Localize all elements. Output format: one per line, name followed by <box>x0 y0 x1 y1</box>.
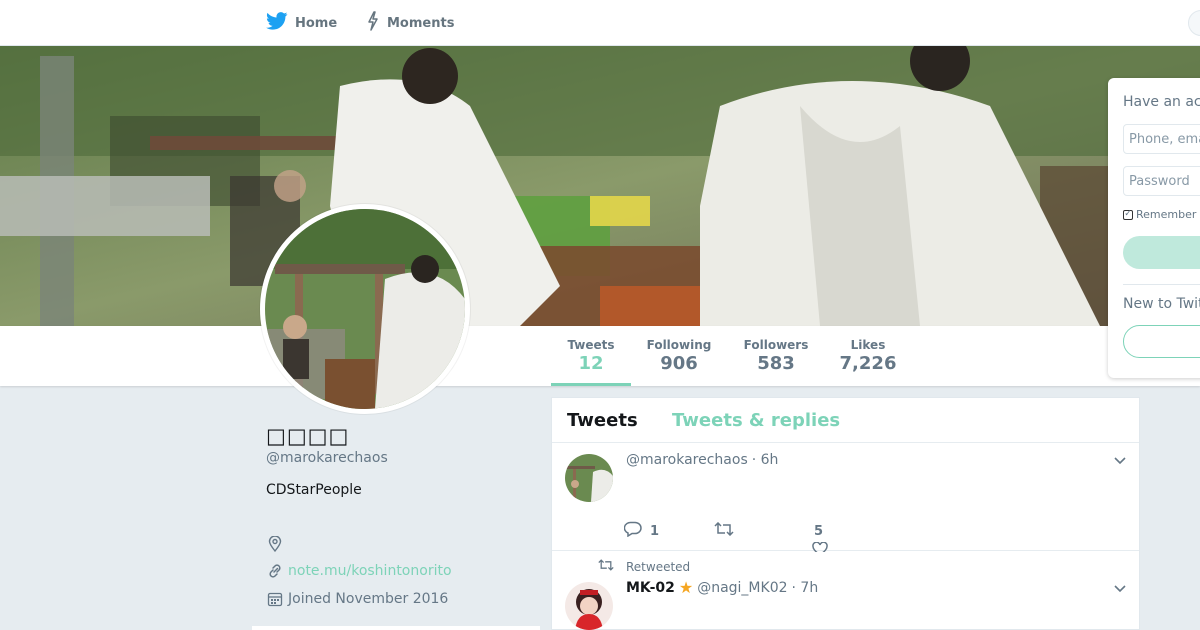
stat-likes-value: 7,226 <box>839 353 897 374</box>
stat-tweets[interactable]: Tweets 12 <box>551 326 631 386</box>
chevron-down-icon[interactable] <box>1113 452 1127 466</box>
retweet-icon <box>598 559 614 574</box>
twitter-bird-icon <box>266 12 288 34</box>
tweet-handle[interactable]: @marokarechaos <box>626 452 748 468</box>
retweet-button[interactable] <box>714 521 814 540</box>
reply-count: 1 <box>650 523 660 539</box>
profile-url: note.mu/koshintonorito <box>266 562 452 580</box>
link-icon <box>266 562 284 580</box>
login-button[interactable] <box>1123 236 1200 269</box>
star-badge-icon: ★ <box>678 578 694 597</box>
tweet-avatar[interactable] <box>565 582 613 630</box>
stat-tweets-value: 12 <box>578 353 604 374</box>
profile-location <box>266 535 288 553</box>
new-to-twitter: New to Twitter? <box>1123 296 1200 312</box>
login-title: Have an account? <box>1123 94 1200 110</box>
profile-avatar[interactable] <box>260 204 470 414</box>
timeline: Tweets Tweets & replies @marokarechaos ·… <box>551 397 1140 630</box>
stat-tweets-label: Tweets <box>567 338 615 352</box>
profile-handle[interactable]: @marokarechaos <box>266 450 388 466</box>
reply-button[interactable]: 1 <box>623 521 714 541</box>
heart-icon <box>812 541 828 552</box>
retweeted-label: Retweeted <box>626 559 691 574</box>
lightning-icon <box>366 11 380 35</box>
retweeted-banner: Retweeted <box>598 559 690 574</box>
tweet-time[interactable]: · 6h <box>752 452 779 468</box>
signup-button[interactable] <box>1123 325 1200 358</box>
search-button[interactable] <box>1188 10 1200 36</box>
chevron-down-icon[interactable] <box>1113 580 1127 594</box>
nav-home-label: Home <box>295 15 338 31</box>
stat-following[interactable]: Following 906 <box>640 326 718 386</box>
tweet-handle[interactable]: @nagi_MK02 <box>697 580 787 596</box>
tweet-actions: 1 5 <box>623 521 828 552</box>
tweet[interactable]: Retweeted MK-02 ★ @nagi_MK02 · 7h <box>552 552 1139 630</box>
tweet-header: @marokarechaos · 6h <box>626 452 778 468</box>
timeline-tabs: Tweets Tweets & replies <box>552 398 1139 443</box>
stat-followers-label: Followers <box>743 338 809 352</box>
nav-home[interactable]: Home <box>266 0 337 46</box>
nav-moments-label: Moments <box>387 15 455 31</box>
profile-url-link[interactable]: note.mu/koshintonorito <box>288 563 452 579</box>
password-field[interactable]: Password <box>1123 166 1200 196</box>
profile-bio: CDStarPeople <box>266 482 362 498</box>
profile-nav: Tweets 12 Following 906 Followers 583 Li… <box>0 326 1200 386</box>
login-divider <box>1123 284 1200 285</box>
tweet-avatar[interactable] <box>565 454 613 502</box>
tab-tweets[interactable]: Tweets <box>567 410 638 431</box>
tab-tweets-and-replies[interactable]: Tweets & replies <box>672 410 840 431</box>
remember-checkbox[interactable]: ✓ <box>1123 209 1133 220</box>
nav-moments[interactable]: Moments <box>366 0 454 46</box>
retweet-icon <box>714 521 734 540</box>
stat-following-label: Following <box>646 338 712 352</box>
tweet[interactable]: @marokarechaos · 6h 1 5 <box>552 444 1139 552</box>
stat-following-value: 906 <box>660 353 698 374</box>
profile-joined: Joined November 2016 <box>266 590 448 608</box>
top-nav: Home Moments <box>0 0 1200 46</box>
location-pin-icon <box>266 535 284 553</box>
tweet-time[interactable]: · 7h <box>792 580 819 596</box>
remember-me[interactable]: ✓ Remember me <box>1123 208 1200 221</box>
stat-likes-label: Likes <box>850 338 886 352</box>
calendar-icon <box>266 590 284 608</box>
remember-label: Remember me <box>1136 208 1200 221</box>
profile-name: □□□□ <box>266 424 350 448</box>
stat-followers-value: 583 <box>757 353 795 374</box>
like-button[interactable]: 5 <box>812 523 828 552</box>
stat-followers[interactable]: Followers 583 <box>738 326 814 386</box>
profile-banner <box>0 46 1200 326</box>
stat-likes[interactable]: Likes 7,226 <box>834 326 902 386</box>
username-field[interactable]: Phone, email or username <box>1123 124 1200 154</box>
tweet-author-name[interactable]: MK-02 <box>626 580 675 596</box>
login-card: Have an account? Phone, email or usernam… <box>1108 78 1200 378</box>
tweet-header: MK-02 ★ @nagi_MK02 · 7h <box>626 578 819 597</box>
profile-joined-text: Joined November 2016 <box>288 591 449 607</box>
left-card-edge <box>252 626 540 630</box>
like-count: 5 <box>814 523 824 539</box>
reply-icon <box>623 521 642 541</box>
